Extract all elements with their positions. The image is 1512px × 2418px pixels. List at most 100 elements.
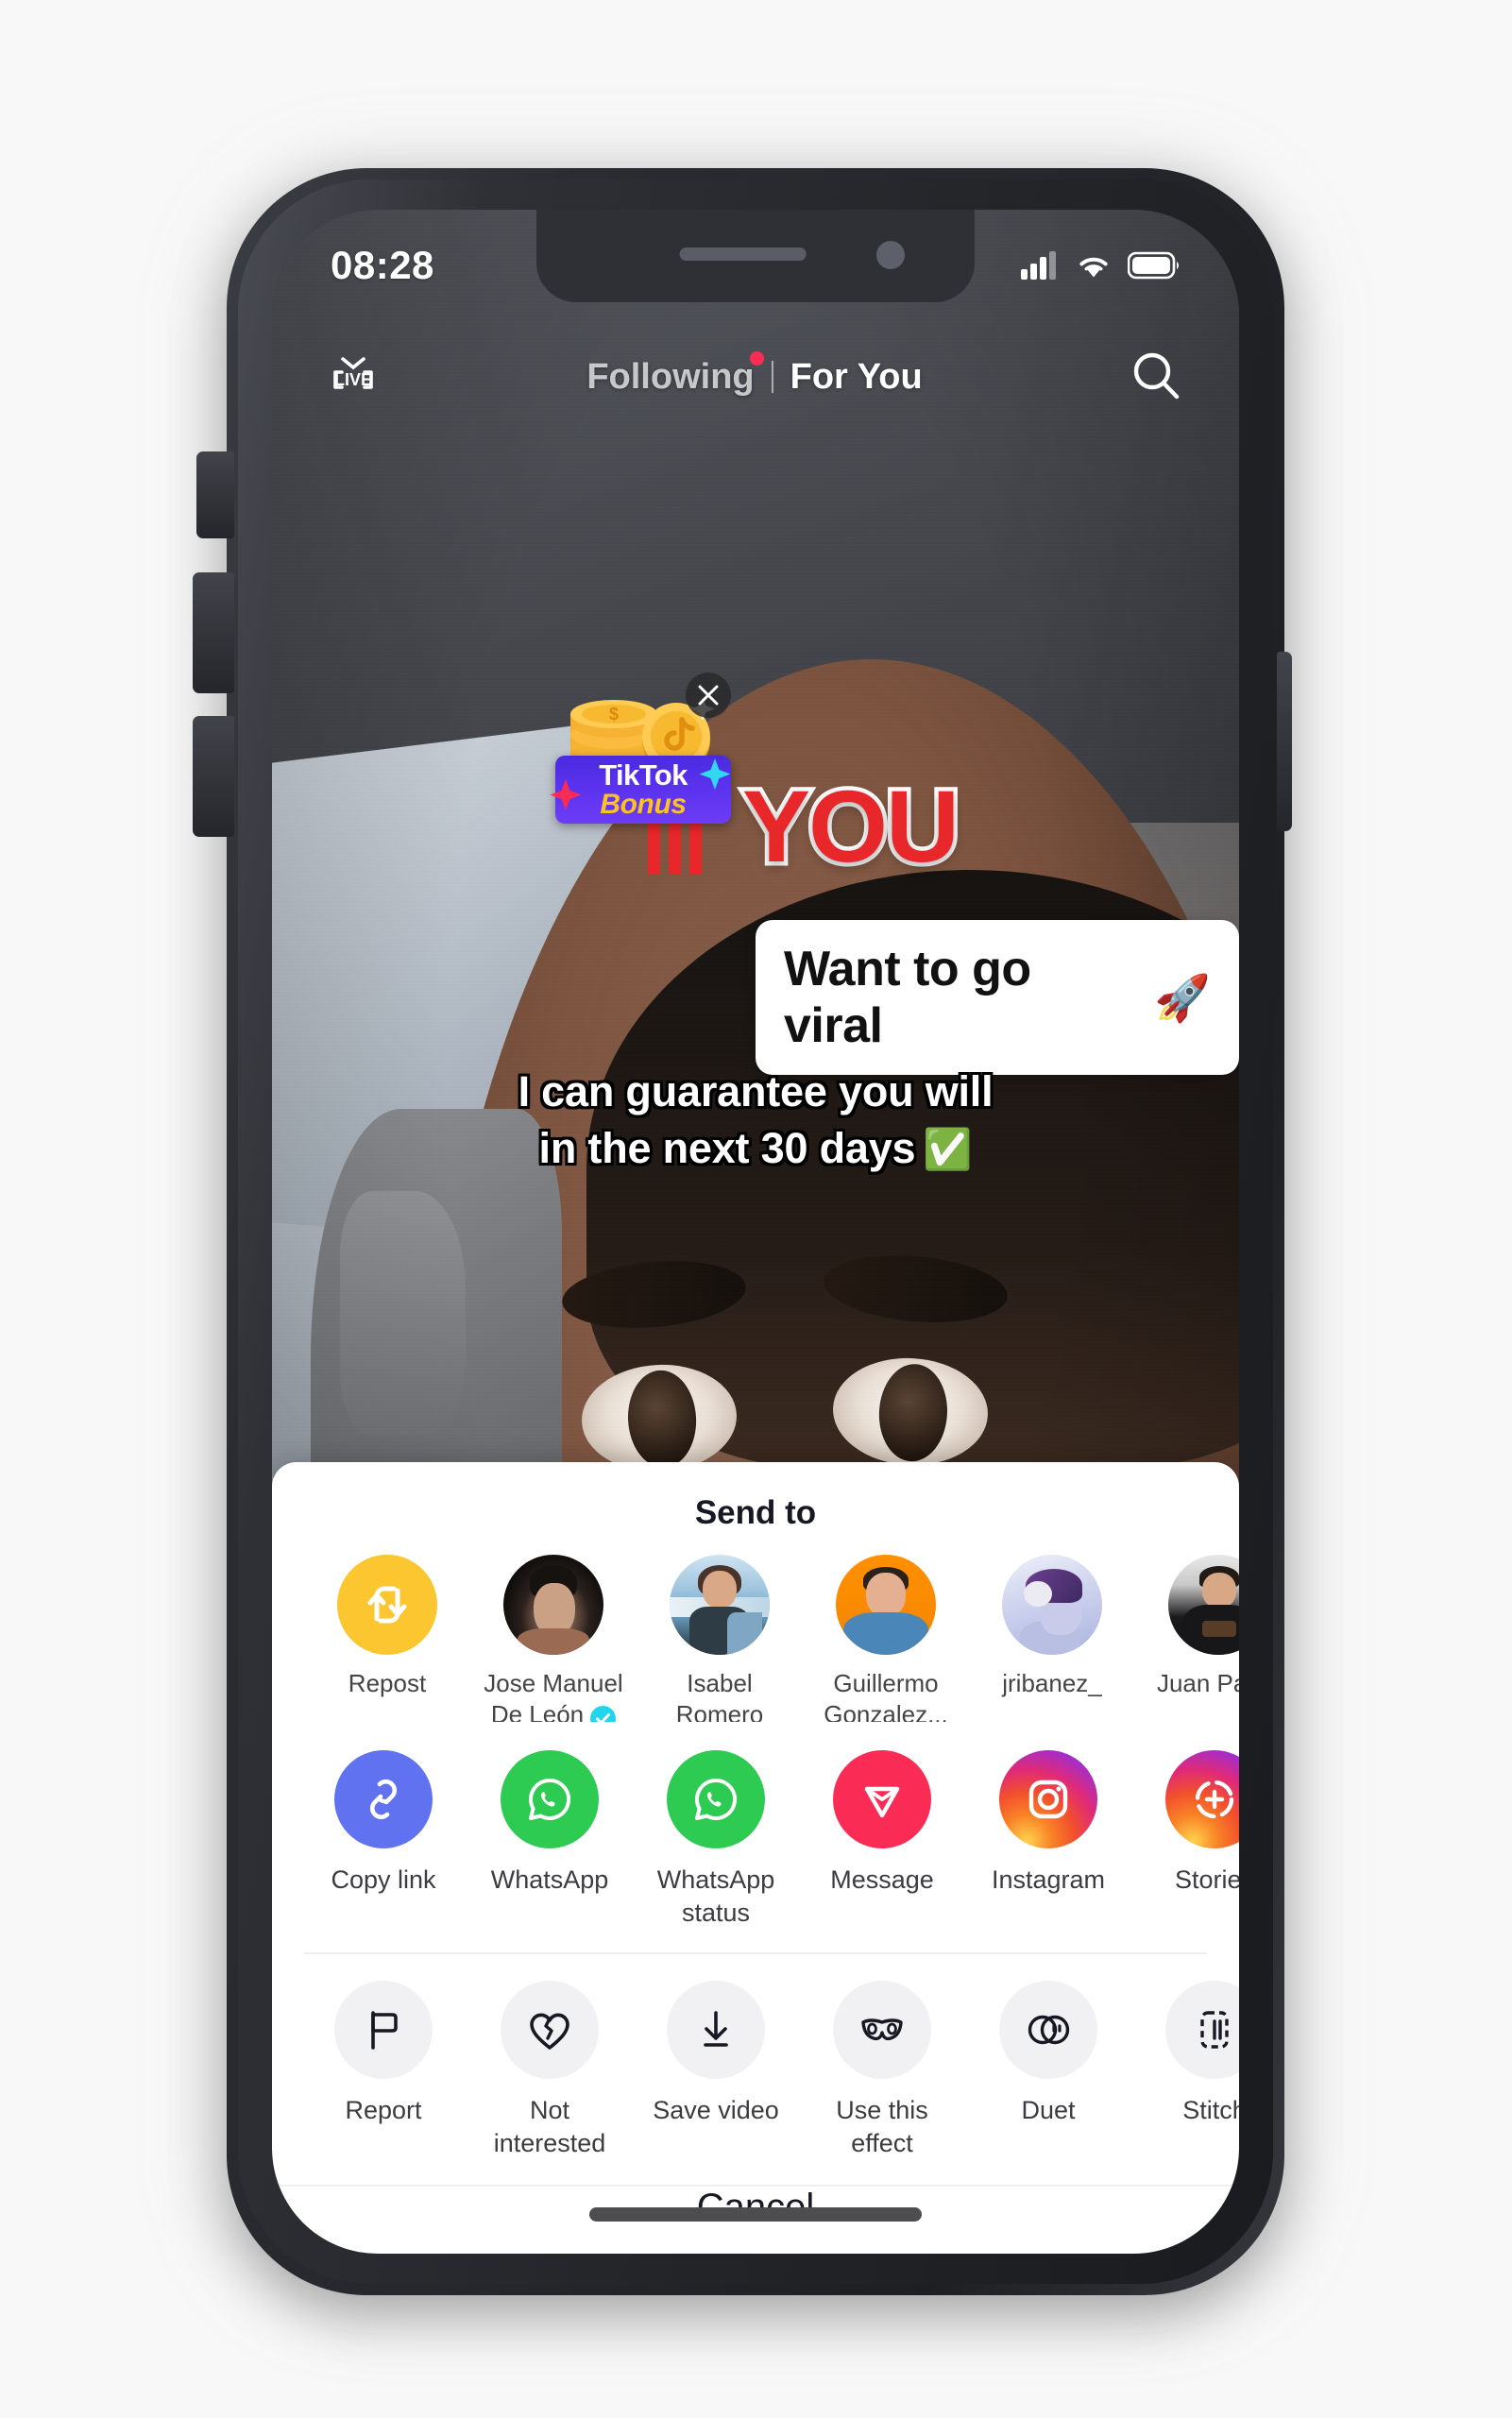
action-label-duet: Duet: [1021, 2095, 1076, 2124]
subtitle-line-2-text: in the next 30 days: [538, 1124, 916, 1172]
live-tv-icon: LIVE: [333, 357, 373, 389]
not-interested-line2: interested: [493, 2129, 606, 2157]
screenshot-stage: 08:28 LIVE Following For You YOU $ TikTo…: [0, 0, 1512, 2418]
action-label-report: Report: [345, 2095, 422, 2124]
share-app-label-stories: Stories: [1174, 1865, 1239, 1894]
share-sheet-title: Send to: [694, 1494, 817, 1531]
tab-following[interactable]: Following: [573, 350, 767, 398]
share-app-copy-link[interactable]: Copy link: [300, 1749, 467, 1930]
video-caption-sticker: Want to go viral 🚀: [756, 920, 1239, 1075]
contact-item-guillermo-gonzalez[interactable]: Guillermo Gonzalez...: [803, 1555, 969, 1722]
share-app-label-instagram: Instagram: [991, 1865, 1106, 1894]
contact-label-jose-manuel-de-leon: Jose Manuel De León: [474, 1668, 633, 1722]
action-report[interactable]: Report: [300, 1980, 467, 2160]
instagram-stories-button[interactable]: [1165, 1749, 1239, 1848]
contacts-row[interactable]: Repost Jose Manuel De León Isabel Romero…: [272, 1538, 1239, 1722]
contact-label-jribanez: jribanez_: [973, 1668, 1131, 1699]
stitch-button[interactable]: [1165, 1980, 1239, 2079]
instagram-stories-icon: [1195, 1779, 1234, 1819]
contact-item-isabel-romero[interactable]: Isabel Romero: [637, 1555, 803, 1722]
svg-text:$: $: [609, 705, 619, 724]
tiktok-message-icon: [864, 1786, 900, 1818]
home-indicator[interactable]: [589, 2207, 922, 2222]
contact-item-jribanez[interactable]: jribanez_: [969, 1555, 1135, 1699]
contact-name-line1: jribanez_: [1002, 1669, 1102, 1697]
tab-for-you-label: For You: [790, 356, 923, 397]
status-time: 08:28: [331, 243, 434, 287]
video-actions-row[interactable]: Report Not interested Save video Use thi…: [272, 1954, 1239, 2160]
contact-label-isabel-romero: Isabel Romero: [640, 1668, 799, 1722]
instagram-button[interactable]: [999, 1749, 1097, 1848]
action-label-save-video: Save video: [653, 2095, 779, 2124]
avatar: [1168, 1555, 1239, 1655]
contact-label-juan-pablo: Juan Pablo: [1139, 1668, 1239, 1699]
copy-link-button[interactable]: [334, 1749, 433, 1848]
contact-label-repost: Repost: [348, 1669, 427, 1697]
check-mark-icon: ✅: [923, 1127, 973, 1171]
share-app-message[interactable]: Message: [799, 1749, 965, 1930]
star-cyan-icon: [699, 758, 731, 790]
bonus-subtitle: Bonus: [600, 789, 687, 820]
following-notification-dot: [749, 350, 764, 366]
silent-switch-button[interactable]: [196, 451, 234, 538]
action-use-this-effect[interactable]: Use this effect: [799, 1980, 965, 2160]
contact-name-line2: De León: [490, 1700, 585, 1722]
contact-item-repost[interactable]: Repost: [304, 1555, 470, 1699]
effect-mask-icon: [861, 2018, 903, 2040]
contact-name-line1: Jose Manuel: [484, 1669, 623, 1697]
action-not-interested[interactable]: Not interested: [467, 1980, 633, 2160]
share-app-instagram[interactable]: Instagram: [965, 1749, 1131, 1930]
whatsapp-icon: [528, 1778, 571, 1820]
video-overlay-word: YOU: [738, 765, 963, 888]
use-this-effect-line2: effect: [851, 2129, 913, 2157]
battery-icon: [1128, 251, 1179, 280]
not-interested-line1: Not: [529, 2095, 570, 2124]
feed-tabs: Following For You: [385, 350, 1124, 398]
action-label-stitch: Stitch: [1182, 2095, 1239, 2124]
verified-badge-icon: [590, 1706, 617, 1722]
duet-icon: [1028, 2015, 1070, 2045]
contact-name-line1: Guillermo: [833, 1669, 939, 1697]
tiktok-message-button[interactable]: [833, 1749, 931, 1848]
share-app-whatsapp[interactable]: WhatsApp: [467, 1749, 633, 1930]
share-app-whatsapp-status[interactable]: WhatsApp status: [633, 1749, 799, 1930]
power-button[interactable]: [1277, 652, 1292, 831]
bonus-close-button[interactable]: [686, 673, 731, 718]
share-app-label-whatsapp-status: WhatsApp status: [637, 1864, 795, 1930]
top-navigation: LIVE Following For You: [272, 325, 1239, 429]
action-stitch[interactable]: Stitch: [1131, 1980, 1239, 2160]
save-video-button[interactable]: [667, 1980, 765, 2079]
tab-following-label: Following: [586, 356, 755, 397]
caption-text: Want to go viral: [784, 942, 1031, 1053]
whatsapp-button[interactable]: [501, 1749, 599, 1848]
live-button[interactable]: LIVE: [321, 345, 385, 409]
share-app-label-message: Message: [830, 1865, 934, 1894]
rocket-icon: 🚀: [1154, 973, 1211, 1024]
action-save-video[interactable]: Save video: [633, 1980, 799, 2160]
duet-button[interactable]: [999, 1980, 1097, 2079]
not-interested-button[interactable]: [501, 1980, 599, 2079]
contact-item-juan-pablo[interactable]: Juan Pablo: [1135, 1555, 1239, 1699]
close-icon: [698, 685, 719, 706]
contact-item-jose-manuel-de-leon[interactable]: Jose Manuel De León: [470, 1555, 637, 1722]
link-icon: [369, 1779, 398, 1819]
video-subtitle-line-2: in the next 30 days ✅: [272, 1124, 1239, 1173]
repost-avatar: [337, 1555, 437, 1655]
share-apps-row[interactable]: Copy link WhatsApp WhatsApp status Messa…: [272, 1722, 1239, 1930]
share-app-stories[interactable]: Stories: [1131, 1749, 1239, 1930]
search-button[interactable]: [1124, 344, 1190, 410]
action-duet[interactable]: Duet: [965, 1980, 1131, 2160]
svg-text:LIVE: LIVE: [334, 370, 372, 389]
avatar: [836, 1555, 936, 1655]
search-icon: [1133, 352, 1180, 400]
bonus-title: TikTok: [599, 758, 688, 792]
volume-up-button[interactable]: [193, 572, 234, 693]
tab-for-you[interactable]: For You: [777, 357, 936, 398]
volume-down-button[interactable]: [193, 716, 234, 837]
contact-label-guillermo-gonzalez: Guillermo Gonzalez...: [807, 1668, 965, 1722]
whatsapp-status-button[interactable]: [667, 1749, 765, 1848]
action-label-use-this-effect: Use this effect: [803, 2094, 961, 2160]
stitch-icon: [1200, 2011, 1229, 2049]
report-button[interactable]: [334, 1980, 433, 2079]
use-this-effect-button[interactable]: [833, 1980, 931, 2079]
